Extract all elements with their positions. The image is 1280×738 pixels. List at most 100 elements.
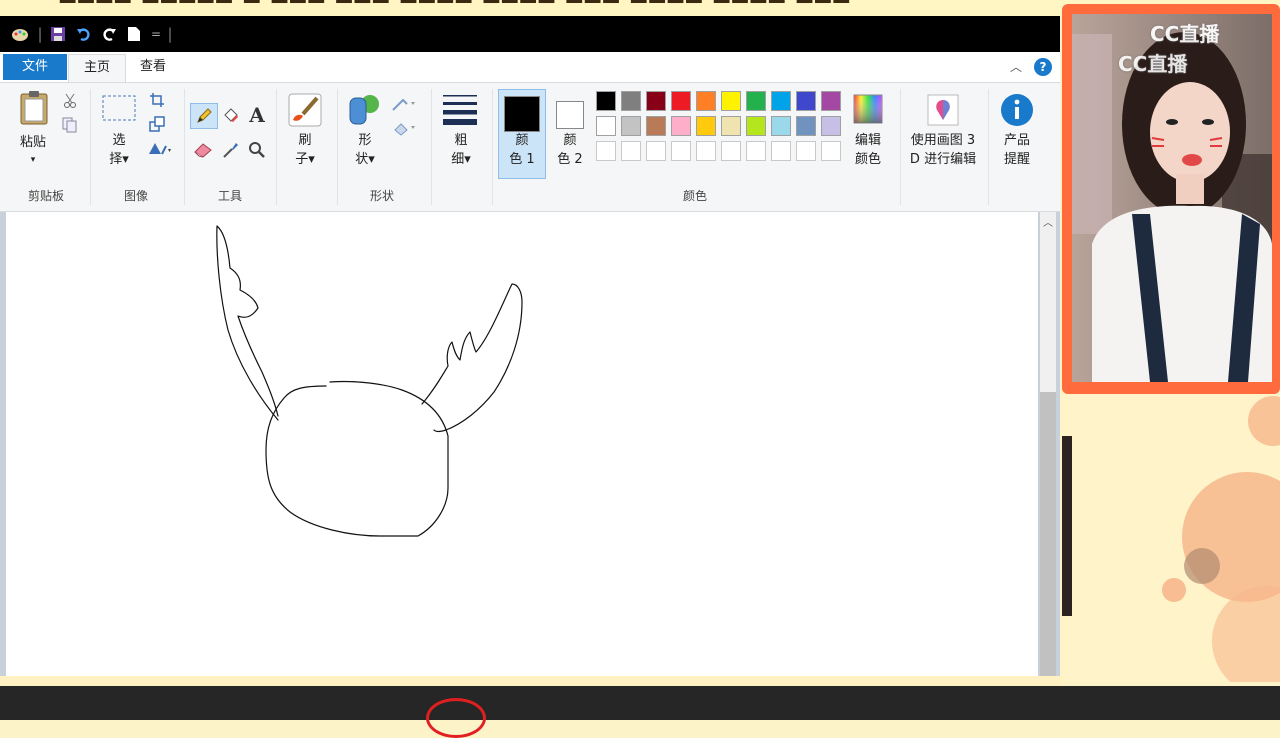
paint-window: | = | 文件 主页 查看 ︿ ? 粘贴 ▾ 剪贴板 选 择▾ 图像 A 工具… — [0, 16, 1060, 676]
ribbon-home: 粘贴 ▾ 剪贴板 选 择▾ 图像 A 工具 刷 子▾ 形 状▾ 形状 粗 细▾ … — [0, 83, 1060, 212]
cc-live-watermark-2: CC直播 — [1118, 52, 1188, 76]
tab-file[interactable]: 文件 — [3, 54, 67, 80]
edit-colors-button[interactable] — [852, 93, 884, 125]
size-label: 粗 细▾ — [451, 133, 471, 167]
product-alert-label: 产品 提醒 — [1003, 133, 1030, 167]
custom-color-slot[interactable] — [796, 141, 816, 161]
color2-swatch — [556, 101, 584, 129]
decorative-background — [1062, 396, 1280, 682]
group-separator — [900, 89, 901, 205]
palette-swatch[interactable] — [696, 116, 716, 136]
titlebar-separator: | — [37, 25, 43, 43]
paste-label: 粘贴 — [19, 135, 46, 150]
custom-color-slot[interactable] — [721, 141, 741, 161]
paste-button[interactable] — [18, 89, 50, 127]
group-separator — [337, 89, 338, 205]
group-separator — [90, 89, 91, 205]
deco-circle — [1184, 548, 1220, 584]
custom-color-slot[interactable] — [696, 141, 716, 161]
edit-colors-label: 编辑 颜色 — [854, 133, 881, 167]
undo-icon[interactable] — [74, 24, 94, 44]
group-separator — [431, 89, 432, 205]
palette-swatch[interactable] — [621, 116, 641, 136]
custom-color-slot[interactable] — [821, 141, 841, 161]
fill-icon[interactable] — [390, 119, 420, 137]
outline-icon[interactable] — [390, 95, 420, 113]
shapes-button[interactable] — [346, 91, 382, 129]
palette-swatch[interactable] — [721, 91, 741, 111]
magnifier-icon[interactable] — [246, 139, 268, 161]
palette-swatch[interactable] — [596, 91, 616, 111]
custom-color-slot[interactable] — [746, 141, 766, 161]
group-separator — [276, 89, 277, 205]
help-icon[interactable]: ? — [1034, 58, 1052, 76]
crop-icon[interactable] — [148, 91, 166, 109]
scroll-up-icon[interactable]: ︿ — [1040, 214, 1056, 229]
colors-group-label: 颜色 — [682, 189, 707, 203]
group-separator — [184, 89, 185, 205]
palette-swatch[interactable] — [621, 91, 641, 111]
tab-view[interactable]: 查看 — [140, 54, 176, 80]
deco-circle — [1248, 396, 1280, 446]
palette-swatch[interactable] — [646, 91, 666, 111]
paste-dropdown-arrow[interactable]: ▾ — [27, 151, 39, 170]
palette-swatch[interactable] — [671, 116, 691, 136]
custom-color-slot[interactable] — [771, 141, 791, 161]
product-alert-info-icon[interactable] — [1000, 93, 1034, 127]
title-bar: | = | — [0, 16, 1060, 52]
ribbon-tab-row: 文件 主页 查看 ︿ ? — [0, 52, 1060, 83]
pencil-tool-button[interactable] — [190, 103, 218, 129]
paint-app-icon[interactable] — [10, 24, 30, 44]
deco-circle — [1162, 578, 1186, 602]
palette-swatch[interactable] — [696, 91, 716, 111]
image-group-label: 图像 — [123, 189, 148, 203]
new-file-icon[interactable] — [124, 24, 144, 44]
vertical-scrollbar-thumb[interactable] — [1040, 392, 1056, 676]
drawing-canvas[interactable] — [6, 212, 1038, 676]
save-icon[interactable] — [48, 24, 68, 44]
freehand-drawing — [216, 225, 523, 537]
text-tool-icon[interactable]: A — [246, 103, 268, 127]
size-button[interactable] — [440, 91, 480, 127]
palette-swatch[interactable] — [746, 91, 766, 111]
palette-swatch[interactable] — [596, 116, 616, 136]
color-picker-icon[interactable] — [220, 139, 242, 161]
palette-swatch[interactable] — [821, 91, 841, 111]
resize-icon[interactable] — [148, 115, 166, 133]
cut-icon[interactable] — [62, 93, 78, 109]
tab-home[interactable]: 主页 — [68, 54, 126, 82]
brushes-button[interactable] — [286, 91, 324, 129]
redo-icon[interactable] — [99, 24, 119, 44]
palette-swatch[interactable] — [796, 116, 816, 136]
shapes-group-label: 形状 — [369, 189, 394, 203]
clipboard-group-label: 剪贴板 — [27, 189, 64, 203]
shapes-label: 形 状▾ — [355, 133, 375, 167]
paint3d-button[interactable] — [926, 93, 960, 127]
color2-label: 颜 色 2 — [557, 133, 583, 167]
palette-swatch[interactable] — [771, 91, 791, 111]
paint3d-label: 使用画图 3 D 进行编辑 — [909, 133, 977, 167]
rotate-icon[interactable] — [146, 139, 174, 157]
palette-swatch[interactable] — [821, 116, 841, 136]
palette-swatch[interactable] — [646, 116, 666, 136]
eraser-icon[interactable] — [192, 139, 214, 161]
palette-swatch[interactable] — [796, 91, 816, 111]
cc-live-watermark: CC直播 — [1150, 22, 1220, 46]
record-button[interactable] — [426, 698, 486, 738]
color1-label: 颜 色 1 — [509, 133, 535, 167]
custom-color-slot[interactable] — [596, 141, 616, 161]
custom-color-slot[interactable] — [671, 141, 691, 161]
palette-swatch[interactable] — [771, 116, 791, 136]
color1-swatch — [504, 96, 540, 132]
collapse-ribbon-icon[interactable]: ︿ — [1010, 58, 1026, 74]
copy-icon[interactable] — [62, 117, 78, 133]
select-label: 选 择▾ — [109, 133, 129, 167]
custom-color-slot[interactable] — [621, 141, 641, 161]
canvas-workspace: ︿ — [0, 212, 1060, 676]
custom-color-slot[interactable] — [646, 141, 666, 161]
fill-bucket-icon[interactable] — [220, 103, 242, 127]
palette-swatch[interactable] — [746, 116, 766, 136]
palette-swatch[interactable] — [671, 91, 691, 111]
palette-swatch[interactable] — [721, 116, 741, 136]
select-button[interactable] — [100, 93, 138, 123]
